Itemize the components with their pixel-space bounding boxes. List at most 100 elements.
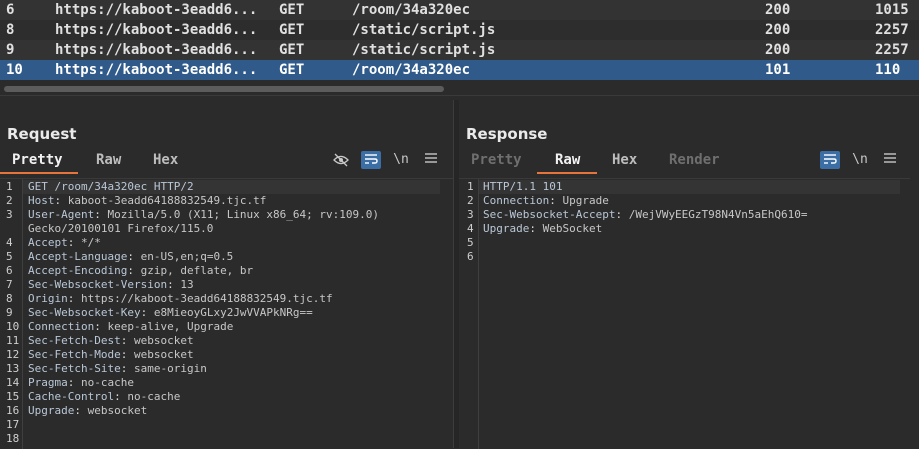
code-line: HTTP/1.1 101: [483, 180, 562, 193]
header-name: Accept-Encoding: [28, 264, 128, 277]
header-value: Upgrade: [562, 194, 609, 207]
tab-hex[interactable]: Hex: [153, 152, 178, 168]
header-name: User-Agent: [28, 208, 95, 221]
row-path: /static/script.js: [352, 42, 496, 58]
header-value: */*: [81, 236, 101, 249]
header-name: Cache-Control: [28, 390, 115, 403]
row-length: 2257: [875, 42, 909, 58]
code-line: Sec-Fetch-Site: same-origin: [28, 362, 207, 375]
tab-raw[interactable]: Raw: [96, 152, 121, 168]
request-line: GET /room/34a320ec HTTP/2: [28, 180, 194, 193]
code-line: GET /room/34a320ec HTTP/2: [28, 180, 194, 193]
header-name: Accept-Language: [28, 250, 128, 263]
row-number: 6: [6, 2, 15, 18]
tab-hex[interactable]: Hex: [612, 152, 637, 168]
line-number: 4: [6, 236, 13, 249]
code-line: Sec-Fetch-Mode: websocket: [28, 348, 194, 361]
header-name: Sec-Websocket-Key: [28, 306, 141, 319]
response-pane: Response Pretty Raw Hex Render \n 1 2 3 …: [459, 100, 919, 449]
code-line: Origin: https://kaboot-3eadd64188832549.…: [28, 292, 333, 305]
row-method: GET: [279, 22, 305, 38]
response-editor[interactable]: 1 2 3 4 5 6 HTTP/1.1 101 Connection: Upgr…: [459, 178, 910, 449]
active-tab-indicator: [537, 172, 597, 174]
header-name: Sec-Websocket-Version: [28, 278, 168, 291]
row-method: GET: [279, 62, 305, 78]
request-line: HTTP/1.1 101: [483, 180, 563, 193]
row-host: https://kaboot-3eadd6...: [55, 62, 258, 78]
newline-toggle[interactable]: \n: [850, 151, 870, 169]
line-number: 15: [6, 390, 20, 403]
code-line: Connection: keep-alive, Upgrade: [28, 320, 234, 333]
request-tabs: Pretty Raw Hex: [0, 152, 453, 174]
horizontal-scrollbar[interactable]: [0, 83, 919, 96]
request-pane: Request Pretty Raw Hex \n 1 2 3 4 5 6 7 …: [0, 100, 453, 449]
eye-slash-icon[interactable]: [331, 151, 351, 169]
row-status: 101: [765, 62, 791, 78]
line-number: 17: [6, 418, 20, 431]
tab-pretty[interactable]: Pretty: [12, 152, 63, 168]
tab-render[interactable]: Render: [669, 152, 720, 168]
request-title: Request: [7, 125, 77, 143]
line-number: 11: [6, 334, 20, 347]
row-status: 200: [765, 42, 791, 58]
hamburger-icon[interactable]: [421, 151, 441, 169]
code-line: Gecko/20100101 Firefox/115.0: [28, 222, 213, 235]
header-name: Upgrade: [483, 222, 530, 235]
tab-pretty[interactable]: Pretty: [471, 152, 522, 168]
header-value: en-US,en;q=0.5: [140, 250, 234, 263]
header-value: websocket: [87, 404, 148, 417]
line-number: 5: [467, 236, 474, 249]
line-number: 3: [6, 208, 13, 221]
code-line: Accept-Language: en-US,en;q=0.5: [28, 250, 234, 263]
line-number: 4: [467, 222, 474, 235]
header-value: websocket: [133, 348, 194, 361]
scrollbar-thumb[interactable]: [4, 86, 444, 92]
header-name: Pragma: [28, 376, 68, 389]
line-number: 13: [6, 362, 20, 375]
header-name: Accept: [28, 236, 68, 249]
line-number: 9: [6, 306, 13, 319]
row-host: https://kaboot-3eadd6...: [55, 2, 258, 18]
code-line: Sec-Fetch-Dest: websocket: [28, 334, 194, 347]
header-value: no-cache: [127, 390, 181, 403]
code-line: Cache-Control: no-cache: [28, 390, 181, 403]
tab-raw[interactable]: Raw: [555, 152, 580, 168]
code-line: Sec-Websocket-Version: 13: [28, 278, 194, 291]
row-number: 9: [6, 42, 15, 58]
line-number: 6: [6, 264, 13, 277]
code-line: Sec-Websocket-Accept: /WejVWyEEGzT98N4Vn…: [483, 208, 808, 221]
row-path: /static/script.js: [352, 22, 496, 38]
header-value: Mozilla/5.0 (X11; Linux x86_64; rv:109.0…: [107, 208, 380, 221]
row-number: 8: [6, 22, 15, 38]
table-row-selected[interactable]: 10 https://kaboot-3eadd6... GET /room/34…: [0, 60, 919, 80]
request-editor[interactable]: 1 2 3 4 5 6 7 8 9 10 11 12 13 14 15 16 1…: [0, 178, 453, 449]
header-name: Origin: [28, 292, 68, 305]
header-value: no-cache: [81, 376, 134, 389]
table-row[interactable]: 9 https://kaboot-3eadd6... GET /static/s…: [0, 40, 919, 60]
header-value: same-origin: [133, 362, 207, 375]
line-number: 2: [6, 194, 13, 207]
response-title: Response: [466, 125, 548, 143]
code-line: Host: kaboot-3eadd64188832549.tjc.tf: [28, 194, 267, 207]
hamburger-icon[interactable]: [880, 151, 900, 169]
wrap-icon[interactable]: [820, 151, 840, 169]
table-row[interactable]: 6 https://kaboot-3eadd6... GET /room/34a…: [0, 0, 919, 20]
table-row[interactable]: 8 https://kaboot-3eadd6... GET /static/s…: [0, 20, 919, 40]
code-line: User-Agent: Mozilla/5.0 (X11; Linux x86_…: [28, 208, 380, 221]
header-value: e8MieoyGLxy2JwVVAPkNRg==: [153, 306, 313, 319]
header-name: Connection: [483, 194, 550, 207]
code-line: Accept: */*: [28, 236, 101, 249]
http-history-table: 6 https://kaboot-3eadd6... GET /room/34a…: [0, 0, 919, 81]
header-value: Gecko/20100101 Firefox/115.0: [28, 222, 214, 235]
code-line: Accept-Encoding: gzip, deflate, br: [28, 264, 254, 277]
row-length: 110: [875, 62, 901, 78]
row-length: 1015: [875, 2, 909, 18]
row-method: GET: [279, 42, 305, 58]
row-number: 10: [6, 62, 23, 78]
row-length: 2257: [875, 22, 909, 38]
row-host: https://kaboot-3eadd6...: [55, 22, 258, 38]
wrap-icon[interactable]: [361, 151, 381, 169]
line-number: 5: [6, 250, 13, 263]
code-line: Pragma: no-cache: [28, 376, 134, 389]
newline-toggle[interactable]: \n: [391, 151, 411, 169]
